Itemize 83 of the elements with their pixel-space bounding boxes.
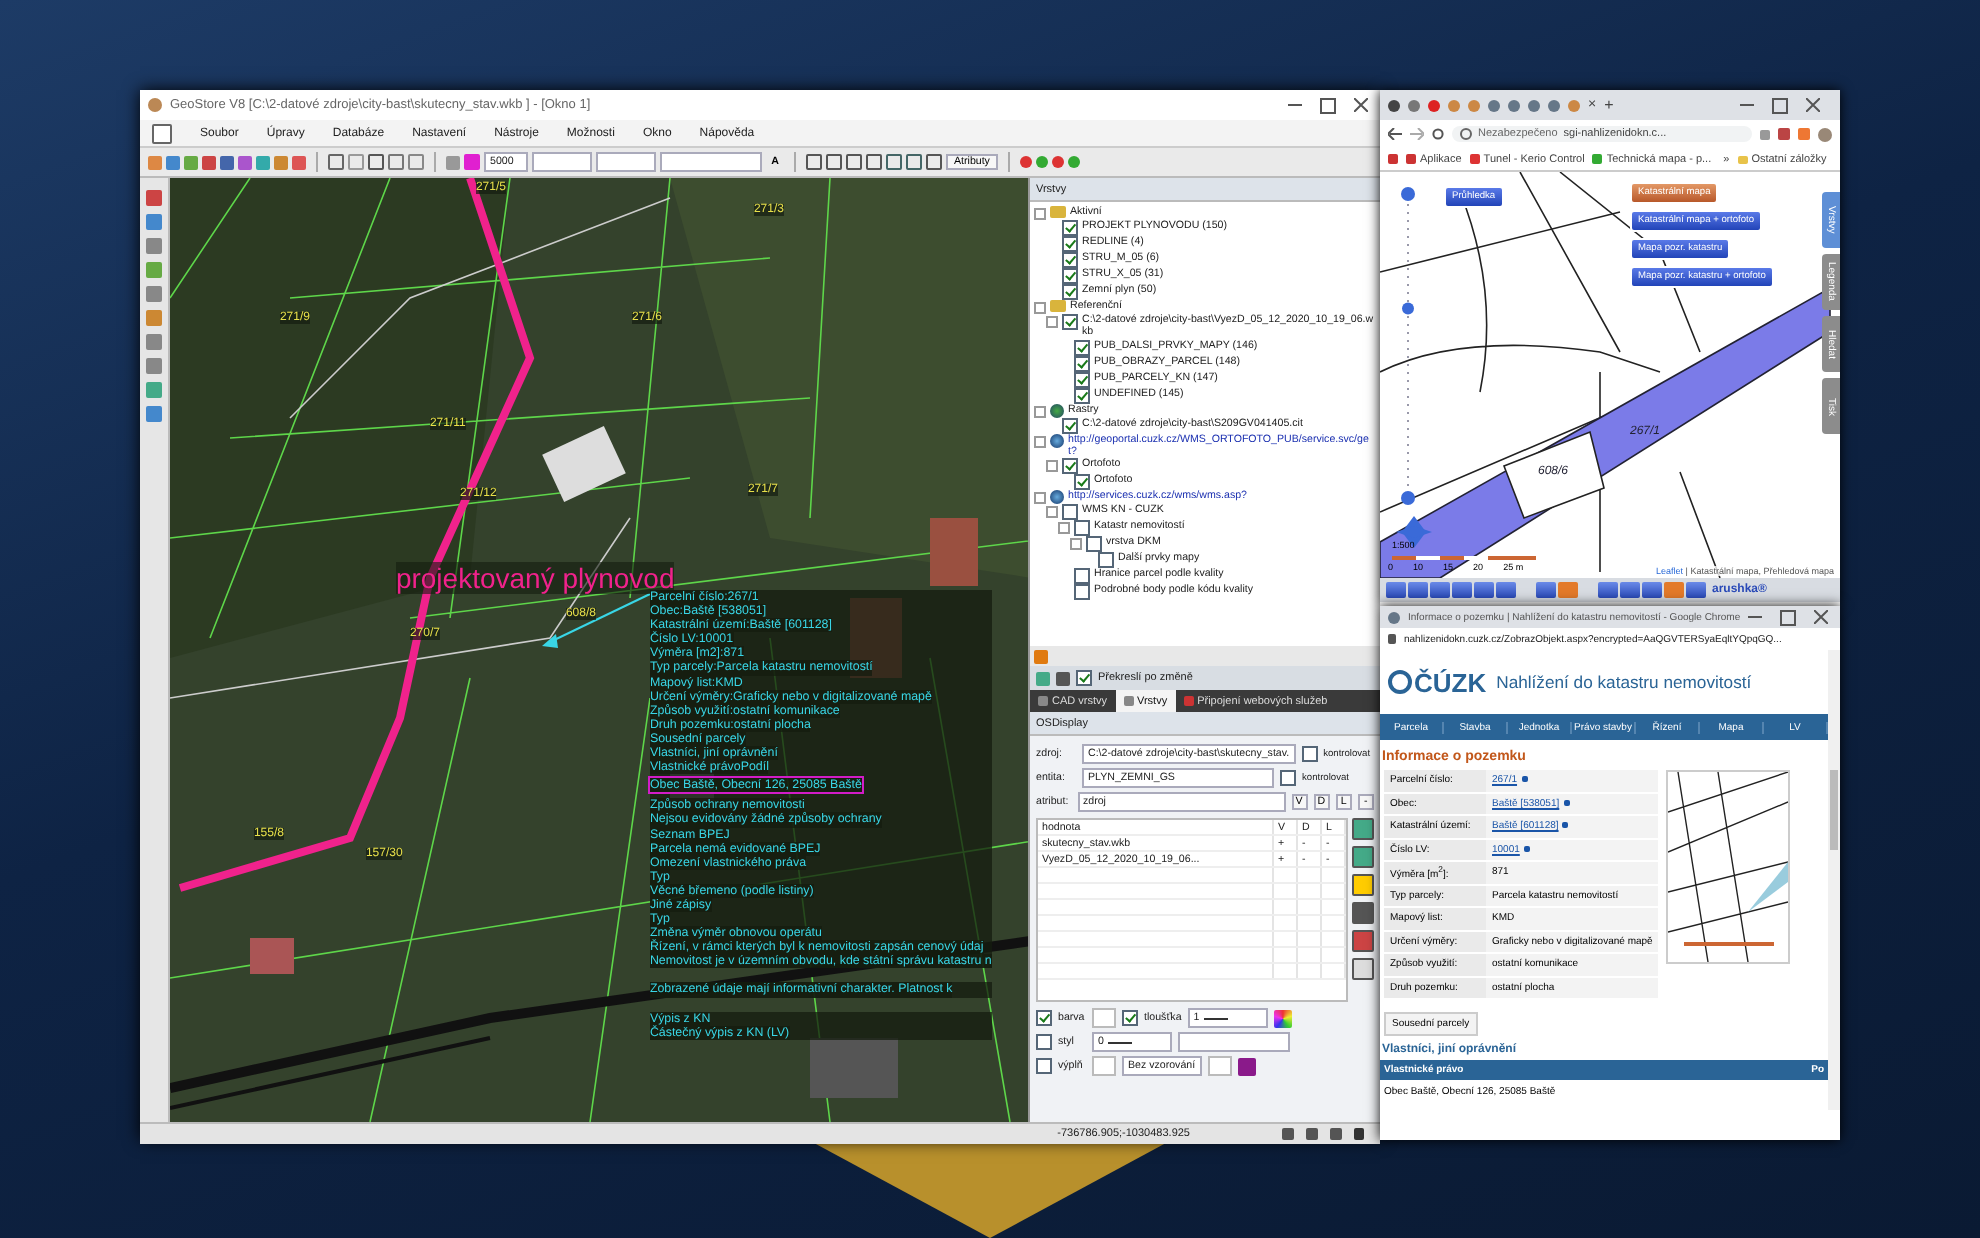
site-title: Nahlížení do katastru nemovitostí [1496, 672, 1752, 692]
layers-icon[interactable] [1056, 671, 1070, 685]
refresh-icon[interactable] [1036, 671, 1050, 685]
tab-icon[interactable] [1123, 696, 1133, 706]
checkbox[interactable] [1062, 314, 1078, 330]
scale-bar [1392, 556, 1536, 560]
maximize-icon[interactable] [1772, 97, 1788, 113]
zoom-in-icon[interactable] [1401, 187, 1415, 201]
bookmark-icon[interactable] [1406, 154, 1416, 164]
pan-control[interactable] [1396, 516, 1432, 548]
bookmark-icon[interactable] [1592, 154, 1603, 164]
line-select[interactable] [532, 152, 592, 172]
checkbox[interactable] [1062, 284, 1078, 300]
checkbox[interactable] [1076, 670, 1092, 686]
globe-icon[interactable] [1050, 490, 1064, 505]
panel-icon[interactable] [1034, 649, 1048, 663]
external-link-icon[interactable] [1563, 799, 1570, 806]
globe-icon [1388, 670, 1412, 694]
app-icon[interactable] [1388, 611, 1400, 623]
close-icon[interactable] [1354, 98, 1368, 112]
checkbox[interactable] [1036, 1058, 1052, 1074]
checkbox[interactable] [1086, 536, 1102, 553]
route-label: projektovaný plynovod [395, 562, 675, 594]
color-swatch[interactable] [1208, 1056, 1232, 1076]
close-icon[interactable] [1814, 610, 1829, 624]
tool-icon[interactable] [1352, 846, 1374, 868]
external-link-icon[interactable] [1521, 776, 1528, 783]
checkbox[interactable] [1062, 252, 1078, 268]
checkbox[interactable] [1301, 746, 1318, 762]
maximize-icon[interactable] [1780, 609, 1797, 625]
site-logo: ČÚZK [1388, 667, 1487, 697]
collapse-icon[interactable] [1034, 405, 1046, 418]
checkbox[interactable] [1062, 417, 1078, 434]
slider-thumb[interactable] [1402, 302, 1414, 315]
bookmark-icon[interactable] [1469, 154, 1480, 164]
minimize-icon[interactable] [1748, 616, 1763, 618]
aerial-map[interactable] [169, 178, 1028, 1122]
close-icon[interactable] [1806, 98, 1820, 112]
avatar-icon[interactable] [1818, 127, 1832, 141]
info-icon [1460, 128, 1472, 140]
checkbox[interactable] [1036, 1010, 1052, 1026]
input-field[interactable] [1178, 1032, 1290, 1052]
back-icon[interactable] [1388, 128, 1402, 140]
checkbox[interactable] [1062, 504, 1078, 521]
parcel-shape [1502, 430, 1605, 520]
tool-icon[interactable] [1352, 874, 1374, 896]
checkbox[interactable] [1074, 339, 1090, 356]
checkbox[interactable] [1074, 584, 1090, 601]
lock-icon[interactable] [1388, 634, 1396, 644]
forward-icon[interactable] [1410, 128, 1424, 140]
new-tab[interactable]: + [1604, 96, 1614, 114]
color-swatch[interactable] [1092, 1056, 1116, 1076]
palette-icon[interactable] [1238, 1057, 1256, 1075]
checkbox[interactable] [1074, 520, 1090, 537]
pointer-icon[interactable] [1354, 1128, 1364, 1140]
color-swatch[interactable] [464, 154, 480, 170]
text-field[interactable] [660, 152, 762, 172]
checkbox[interactable] [1122, 1010, 1138, 1026]
document-icon[interactable] [152, 123, 172, 143]
palette-icon[interactable] [1273, 1009, 1292, 1027]
external-link-icon[interactable] [1523, 845, 1530, 852]
app-icon[interactable] [148, 98, 162, 112]
external-link-icon[interactable] [1562, 822, 1569, 829]
maximize-icon[interactable] [1320, 97, 1336, 113]
checkbox[interactable] [1280, 770, 1296, 786]
tool-icon[interactable] [1352, 818, 1374, 840]
checkbox[interactable] [1062, 458, 1078, 475]
checkbox[interactable] [1074, 568, 1090, 585]
color-swatch[interactable] [1092, 1008, 1116, 1028]
checkbox[interactable] [1098, 552, 1114, 569]
zoom-out-icon[interactable] [1401, 491, 1415, 505]
arrow [541, 593, 651, 648]
checkbox[interactable] [1062, 268, 1078, 284]
checkbox[interactable] [1036, 1034, 1052, 1050]
apps-icon[interactable] [1388, 154, 1398, 164]
checkbox[interactable] [1074, 474, 1090, 491]
collapse-icon[interactable] [1034, 208, 1046, 220]
reload-icon[interactable] [1432, 128, 1444, 140]
line-select[interactable] [596, 152, 656, 172]
checkbox[interactable] [1062, 220, 1078, 236]
zoom-slider[interactable] [1402, 203, 1414, 489]
tool-icon[interactable] [1352, 958, 1374, 980]
checkbox[interactable] [1062, 236, 1078, 252]
